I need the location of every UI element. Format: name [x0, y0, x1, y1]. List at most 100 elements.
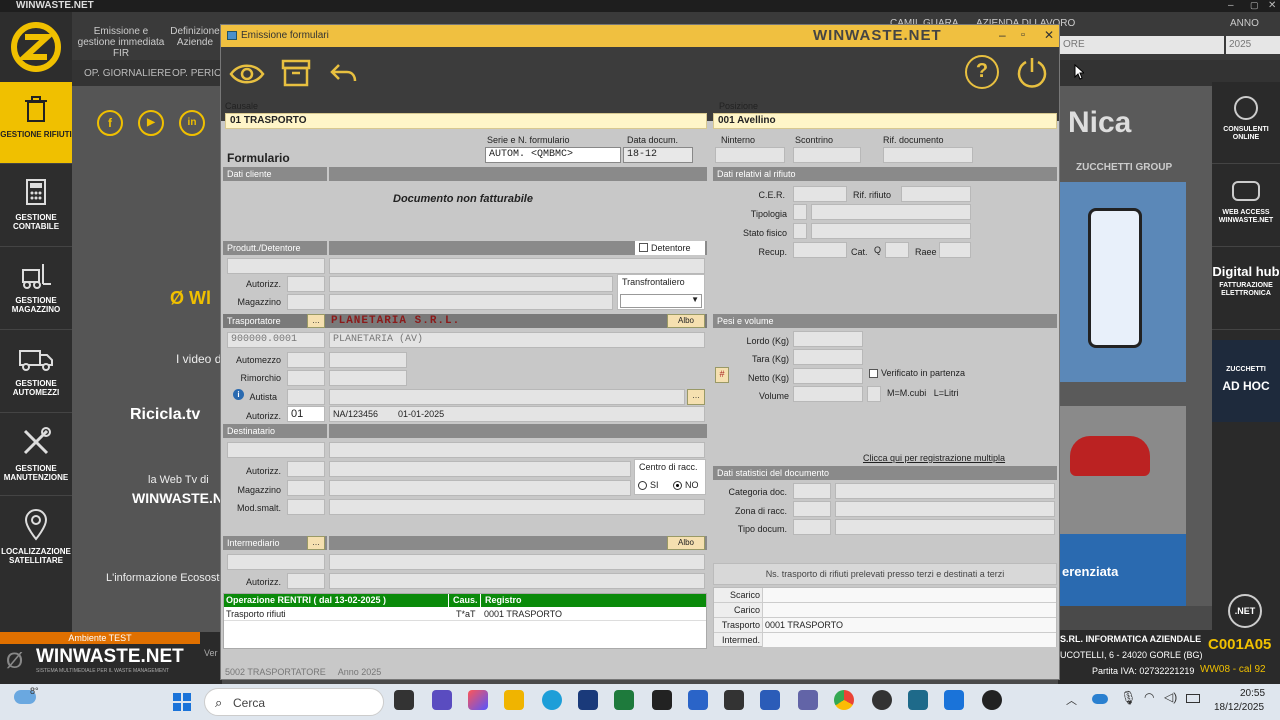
sidebar-item-magazzino[interactable]: GESTIONE MAGAZZINO — [0, 248, 72, 330]
excel-icon[interactable] — [614, 690, 634, 710]
facebook-icon[interactable]: f — [97, 110, 123, 136]
sidebar-item-contabile[interactable]: GESTIONE CONTABILE — [0, 165, 72, 247]
submenu-giornaliere[interactable]: OP. GIORNALIERE — [84, 68, 171, 79]
serie-field[interactable]: AUTOM. <QMBMC> — [485, 147, 621, 163]
automezzo-code[interactable] — [287, 352, 325, 368]
linkedin-icon[interactable]: in — [179, 110, 205, 136]
intermediario-code[interactable] — [227, 554, 325, 570]
table-row[interactable]: Carico — [714, 603, 1056, 618]
clock-date[interactable]: 18/12/2025 — [1214, 702, 1264, 713]
prod-magazzino-desc[interactable] — [329, 294, 613, 310]
battery-icon[interactable] — [1186, 694, 1200, 703]
onedrive-icon[interactable] — [1092, 694, 1108, 704]
modsmalt-code[interactable] — [287, 499, 325, 515]
destinatario-code[interactable] — [227, 442, 325, 458]
produttore-name[interactable] — [329, 258, 705, 274]
prod-magazzino-code[interactable] — [287, 294, 325, 310]
autista-code[interactable] — [287, 389, 325, 405]
task-view-icon[interactable] — [394, 690, 414, 710]
year-select[interactable]: 2025 — [1226, 36, 1280, 54]
table-row[interactable]: Scarico — [714, 588, 1056, 603]
tray-chevron-icon[interactable]: ︿ — [1066, 692, 1077, 708]
detentore-check-icon[interactable] — [639, 243, 648, 252]
tipodoc-desc[interactable] — [835, 519, 1055, 535]
menu-definizione[interactable]: Definizione Aziende — [170, 26, 220, 48]
app-icon-1[interactable] — [432, 690, 452, 710]
tipologia-code[interactable] — [793, 204, 807, 220]
table-row[interactable]: Trasporto 0001 TRASPORTO — [714, 618, 1056, 633]
sidebar-item-manutenzione[interactable]: GESTIONE MANUTENZIONE — [0, 414, 72, 496]
rifrifiuto-field[interactable] — [901, 186, 971, 202]
web-access[interactable]: WEB ACCESS WINWASTE.NET — [1212, 165, 1280, 247]
trasportatore-code[interactable]: 900000.0001 — [227, 332, 325, 348]
automezzo-desc[interactable] — [329, 352, 407, 368]
view-eye-icon[interactable] — [229, 61, 265, 87]
zona-desc[interactable] — [835, 501, 1055, 517]
recup-field[interactable] — [793, 242, 847, 258]
data-field[interactable]: 18-12 — [623, 147, 693, 163]
teams-icon[interactable] — [798, 690, 818, 710]
stato-desc[interactable] — [811, 223, 971, 239]
int-autorizz-desc[interactable] — [329, 573, 705, 589]
undo-arrow-icon[interactable] — [329, 61, 357, 85]
cat-field[interactable] — [885, 242, 909, 258]
sidebar-item-rifiuti[interactable]: GESTIONE RIFIUTI — [0, 82, 72, 164]
maximize-icon[interactable]: ▢ — [1250, 0, 1259, 11]
zucchetti-adhoc[interactable]: ZUCCHETTI AD HOC — [1212, 340, 1280, 422]
company-select[interactable]: ORE — [1060, 36, 1224, 54]
table-row[interactable]: Intermed. — [714, 633, 1056, 647]
netto-field[interactable] — [793, 368, 863, 384]
window-minimize-icon[interactable]: – — [999, 28, 1006, 42]
centro-no-radio[interactable] — [673, 481, 682, 490]
help-icon[interactable]: ? — [965, 55, 999, 89]
taskbar-search[interactable]: ⌕ Cerca — [204, 688, 384, 716]
dest-autorizz-desc[interactable] — [329, 461, 631, 477]
outlook-icon[interactable] — [688, 690, 708, 710]
raee-field[interactable] — [939, 242, 971, 258]
consulenti-online[interactable]: CONSULENTI ONLINE — [1212, 82, 1280, 164]
digital-hub[interactable]: Digital hub FATTURAZIONE ELETTRONICA — [1212, 248, 1280, 330]
word-icon[interactable] — [760, 690, 780, 710]
microphone-icon[interactable]: 🎙 — [1120, 690, 1137, 706]
clock-time[interactable]: 20:55 — [1240, 688, 1265, 699]
trasportatore-city[interactable]: PLANETARIA (AV) — [329, 332, 705, 348]
minimize-icon[interactable]: – — [1228, 0, 1234, 11]
close-icon[interactable]: ✕ — [1268, 0, 1276, 11]
intermediario-name[interactable] — [329, 554, 705, 570]
trasp-autorizz-desc[interactable]: NA/123456 01-01-2025 — [329, 406, 705, 422]
tara-field[interactable] — [793, 349, 863, 365]
trasp-autorizz-code[interactable]: 01 — [287, 406, 325, 422]
zona-code[interactable] — [793, 501, 831, 517]
cer-field[interactable] — [793, 186, 847, 202]
lordo-field[interactable] — [793, 331, 863, 347]
edge-icon[interactable] — [542, 690, 562, 710]
volume-field[interactable] — [793, 386, 863, 402]
volume-icon[interactable]: ◁) — [1164, 690, 1177, 704]
app-icon-2[interactable] — [652, 690, 672, 710]
windows-start-icon[interactable] — [172, 692, 192, 712]
sidebar-item-automezzi[interactable]: GESTIONE AUTOMEZZI — [0, 331, 72, 413]
posizione-field[interactable]: 001 Avellino — [713, 113, 1057, 129]
app-icon-3[interactable] — [724, 690, 744, 710]
copilot-icon[interactable] — [468, 690, 488, 710]
albo-button-2[interactable]: Albo — [667, 536, 705, 550]
rimorchio-desc[interactable] — [329, 370, 407, 386]
window-maximize-icon[interactable]: ▫ — [1021, 29, 1025, 41]
chrome-icon[interactable] — [834, 690, 854, 710]
tipologia-desc[interactable] — [811, 204, 971, 220]
table-row[interactable]: Trasporto rifiuti T*aT 0001 TRASPORTO — [224, 607, 706, 621]
rifdoc-field[interactable] — [883, 147, 973, 163]
media-player-icon[interactable] — [982, 690, 1002, 710]
dell-icon[interactable] — [578, 690, 598, 710]
power-icon[interactable] — [1015, 55, 1049, 89]
tipodoc-code[interactable] — [793, 519, 831, 535]
menu-emissione[interactable]: Emissione e gestione immediata FIR — [76, 26, 166, 59]
ninterno-field[interactable] — [715, 147, 785, 163]
detentore-checkbox[interactable]: Detentore — [635, 241, 705, 255]
autista-name[interactable] — [329, 389, 685, 405]
window-close-icon[interactable]: ✕ — [1044, 28, 1054, 42]
categoria-code[interactable] — [793, 483, 831, 499]
produttore-code[interactable] — [227, 258, 325, 274]
destinatario-name[interactable] — [329, 442, 705, 458]
app-icon-5[interactable] — [944, 690, 964, 710]
